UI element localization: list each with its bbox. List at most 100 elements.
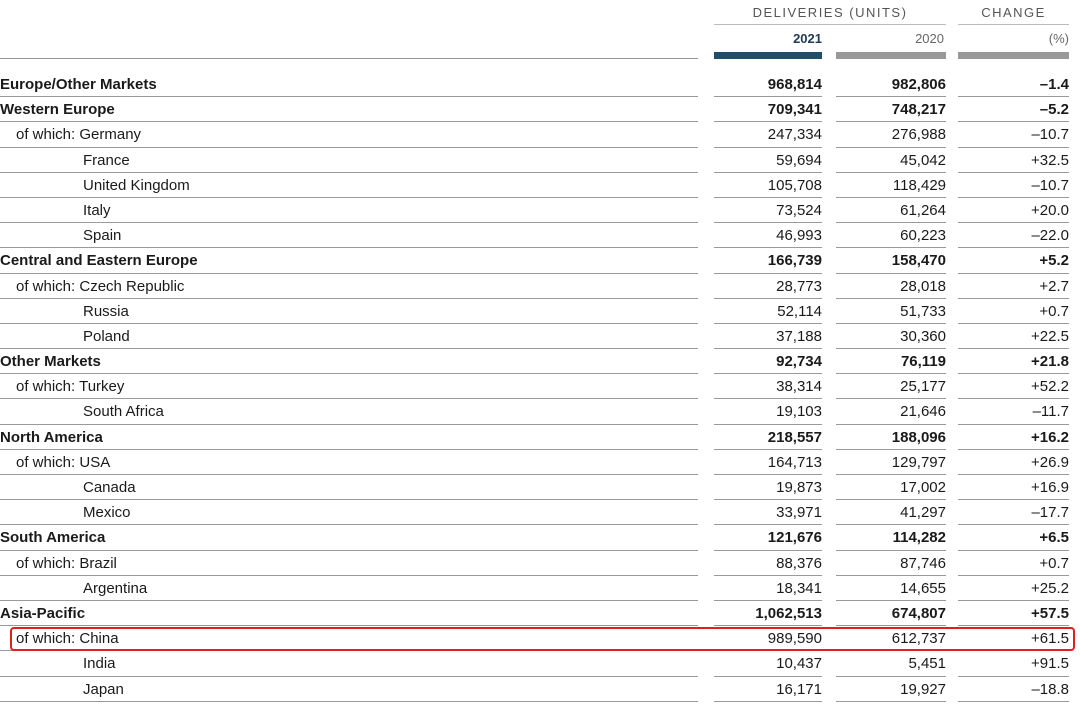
value-2020: 158,470 bbox=[836, 248, 946, 274]
change-pct: +26.9 bbox=[958, 450, 1069, 475]
value-2020: 28,018 bbox=[836, 274, 946, 299]
row-label: United Kingdom bbox=[83, 176, 190, 194]
table-row: of which: Czech Republic 28,773 28,018 +2.7 bbox=[0, 274, 1080, 299]
row-label-cell: of which: Brazil bbox=[0, 551, 698, 576]
row-label: of which: USA bbox=[16, 453, 111, 471]
header-change-rule bbox=[958, 24, 1069, 25]
value-2020: 45,042 bbox=[836, 148, 946, 173]
value-2020: 25,177 bbox=[836, 374, 946, 400]
row-label: France bbox=[83, 151, 130, 169]
change-pct: +5.2 bbox=[958, 248, 1069, 274]
table-row: Argentina 18,341 14,655 +25.2 bbox=[0, 576, 1080, 601]
value-2021: 59,694 bbox=[714, 148, 822, 173]
table-row: Poland 37,188 30,360 +22.5 bbox=[0, 324, 1080, 350]
row-label-cell: Central and Eastern Europe bbox=[0, 248, 698, 274]
value-2021: 19,873 bbox=[714, 475, 822, 501]
row-label: Western Europe bbox=[0, 101, 115, 119]
table-row: Italy 73,524 61,264 +20.0 bbox=[0, 198, 1080, 224]
value-2020: 748,217 bbox=[836, 97, 946, 123]
row-label: Poland bbox=[83, 327, 130, 345]
change-pct: –1.4 bbox=[958, 72, 1069, 98]
value-2021: 92,734 bbox=[714, 349, 822, 375]
row-label: Other Markets bbox=[0, 353, 101, 371]
row-label: Asia-Pacific bbox=[0, 604, 86, 622]
value-2021: 52,114 bbox=[714, 299, 822, 324]
header-deliveries: DELIVERIES (UNITS) bbox=[752, 5, 908, 20]
bar-pct bbox=[958, 52, 1069, 59]
table-row: Russia 52,114 51,733 +0.7 bbox=[0, 299, 1080, 324]
change-pct: –22.0 bbox=[958, 223, 1069, 249]
row-label: Canada bbox=[83, 479, 136, 496]
table-row: France 59,694 45,042 +32.5 bbox=[0, 148, 1080, 173]
value-2020: 51,733 bbox=[836, 299, 946, 324]
value-2020: 61,264 bbox=[836, 198, 946, 224]
table-row: Western Europe 709,341 748,217 –5.2 bbox=[0, 97, 1080, 123]
row-label-cell: Canada bbox=[0, 475, 698, 501]
row-label-cell: North America bbox=[0, 425, 698, 450]
change-pct: –11.7 bbox=[958, 399, 1069, 425]
row-label-cell: Other Markets bbox=[0, 349, 698, 375]
row-label: India bbox=[83, 655, 116, 673]
subheader-pct: (%) bbox=[1048, 31, 1069, 46]
bar-2020 bbox=[836, 52, 946, 59]
table-row: Japan 16,171 19,927 –18.8 bbox=[0, 677, 1080, 702]
table-row: of which: Germany 247,334 276,988 –10.7 bbox=[0, 122, 1080, 148]
value-2021: 105,708 bbox=[714, 173, 822, 198]
deliveries-table: Europe/Other Markets 968,814 982,806 –1.4 We… bbox=[0, 72, 1080, 702]
row-label: South Africa bbox=[83, 403, 164, 421]
value-2021: 10,437 bbox=[714, 651, 822, 677]
row-label: Japan bbox=[83, 680, 124, 698]
row-label: Italy bbox=[83, 201, 111, 219]
value-2020: 60,223 bbox=[836, 223, 946, 249]
value-2021: 218,557 bbox=[714, 425, 822, 450]
row-label-cell: of which: USA bbox=[0, 450, 698, 475]
row-label: of which: Turkey bbox=[16, 378, 125, 396]
row-label-cell: of which: Germany bbox=[0, 122, 698, 148]
row-label: North America bbox=[0, 428, 103, 446]
value-2020: 41,297 bbox=[836, 500, 946, 526]
value-2020: 21,646 bbox=[836, 399, 946, 425]
row-label: Central and Eastern Europe bbox=[0, 252, 198, 270]
bar-2021 bbox=[714, 52, 822, 59]
change-pct: +52.2 bbox=[958, 374, 1069, 400]
row-label-cell: South Africa bbox=[0, 399, 698, 425]
row-label-cell: Asia-Pacific bbox=[0, 601, 698, 627]
row-label-cell: Italy bbox=[0, 198, 698, 224]
value-2021: 73,524 bbox=[714, 198, 822, 224]
value-2021: 16,171 bbox=[714, 677, 822, 702]
row-label: of which: Czech Republic bbox=[16, 277, 185, 295]
value-2021: 28,773 bbox=[714, 274, 822, 299]
row-label: of which: Germany bbox=[16, 126, 142, 144]
value-2020: 188,096 bbox=[836, 425, 946, 450]
header-change: CHANGE bbox=[981, 5, 1046, 20]
change-pct: +25.2 bbox=[958, 576, 1069, 601]
value-2020: 5,451 bbox=[836, 651, 946, 677]
value-2020: 30,360 bbox=[836, 324, 946, 350]
value-2021: 709,341 bbox=[714, 97, 822, 123]
change-pct: +0.7 bbox=[958, 299, 1069, 324]
table-row: United Kingdom 105,708 118,429 –10.7 bbox=[0, 173, 1080, 198]
table-row: of which: USA 164,713 129,797 +26.9 bbox=[0, 450, 1080, 475]
change-pct: +16.9 bbox=[958, 475, 1069, 501]
value-2021: 19,103 bbox=[714, 399, 822, 425]
change-pct: +91.5 bbox=[958, 651, 1069, 677]
row-label-cell: Russia bbox=[0, 299, 698, 324]
label-column-rule bbox=[0, 58, 698, 59]
value-2020: 118,429 bbox=[836, 173, 946, 198]
value-2021: 37,188 bbox=[714, 324, 822, 350]
row-label-cell: Argentina bbox=[0, 576, 698, 601]
row-label-cell: Mexico bbox=[0, 500, 698, 526]
row-label-cell: South America bbox=[0, 525, 698, 551]
table-row: India 10,437 5,451 +91.5 bbox=[0, 651, 1080, 677]
value-2020: 276,988 bbox=[836, 122, 946, 148]
change-pct: –10.7 bbox=[958, 122, 1069, 148]
row-label-cell: Spain bbox=[0, 223, 698, 249]
value-2021: 164,713 bbox=[714, 450, 822, 475]
table-row: of which: Turkey 38,314 25,177 +52.2 bbox=[0, 374, 1080, 400]
value-2021: 18,341 bbox=[714, 576, 822, 601]
table-row: of which: Brazil 88,376 87,746 +0.7 bbox=[0, 551, 1080, 576]
row-label: of which: Brazil bbox=[16, 554, 117, 572]
value-2020: 19,927 bbox=[836, 677, 946, 702]
value-2021: 1,062,513 bbox=[714, 601, 822, 627]
change-pct: –10.7 bbox=[958, 173, 1069, 198]
